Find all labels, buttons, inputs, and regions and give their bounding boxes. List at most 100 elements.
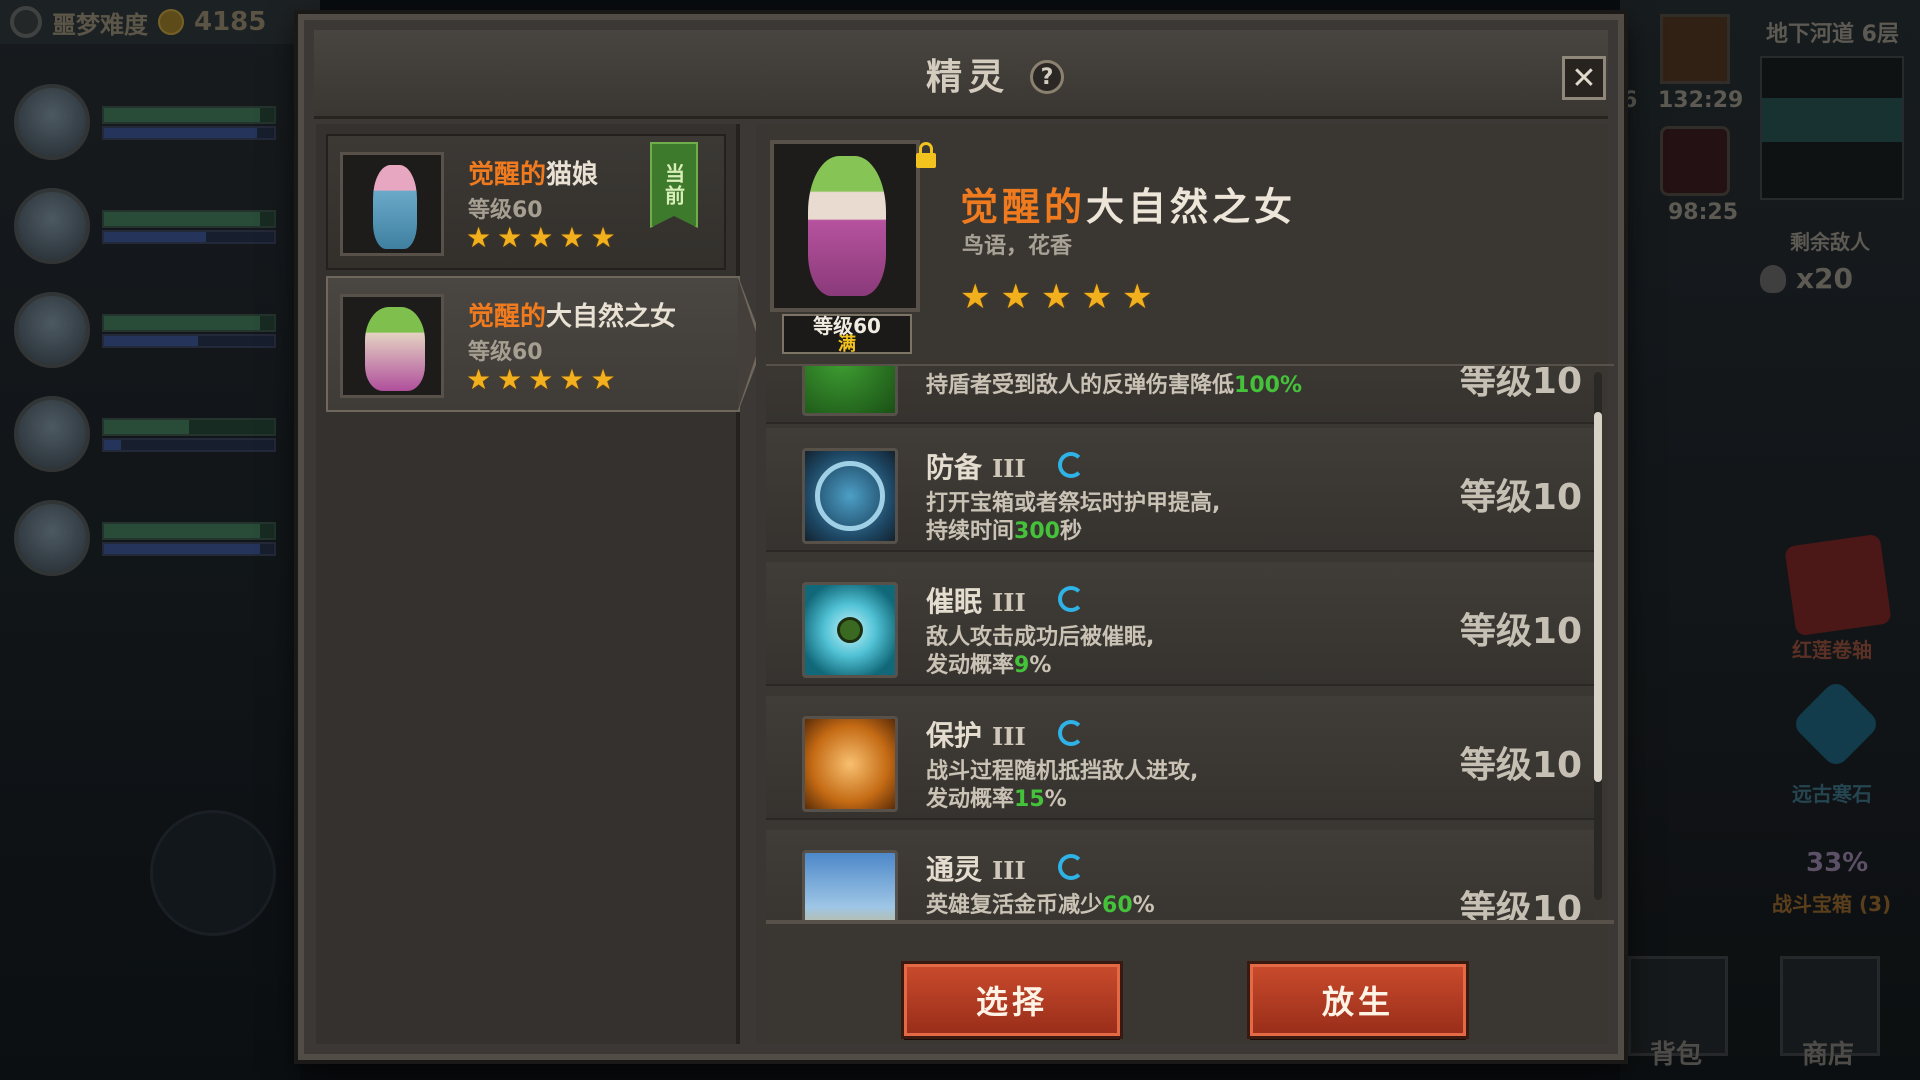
- spirit-dialog: 精灵 ? ✕ 觉醒的猫娘 等级60 ★ ★ ★ ★ ★ 当前 觉醒的大自然之女 等级60…: [298, 14, 1624, 1060]
- hero-avatar[interactable]: [14, 500, 90, 576]
- skill-level: 等级10: [1459, 477, 1582, 518]
- floor-label: 地下河道 6层: [1766, 22, 1899, 47]
- hero-slot[interactable]: [14, 292, 284, 372]
- hero-mp-bar: [102, 126, 276, 140]
- skill-level: 等级10: [1459, 364, 1582, 402]
- hero-mp-bar: [102, 334, 276, 348]
- detail-description: 鸟语，花香: [962, 234, 1073, 259]
- refresh-icon[interactable]: [1058, 452, 1084, 478]
- hero-avatar[interactable]: [14, 84, 90, 160]
- star-icon: ★: [1121, 277, 1153, 317]
- eye-buff-icon[interactable]: [1660, 126, 1730, 196]
- hero-slot[interactable]: [14, 188, 284, 268]
- skill-name: 催眠 III: [926, 585, 1026, 618]
- gem-label: 远古寒石: [1792, 782, 1872, 806]
- hero-hp-bar: [102, 106, 276, 124]
- star-icon: ★: [1040, 277, 1072, 317]
- skill-row[interactable]: 保护 III 战斗过程随机抵挡敌人进攻, 发动概率15% 等级10: [766, 696, 1594, 820]
- portrait-level-badge: 等级60 满: [782, 314, 912, 354]
- skill-description: 英雄复活金币减少60%: [926, 893, 1155, 918]
- skill-description: 敌人攻击成功后被催眠, 发动概率9%: [926, 625, 1155, 678]
- enemies-remaining: x20: [1760, 262, 1853, 295]
- spirit-stars: ★ ★ ★ ★ ★: [466, 366, 616, 394]
- star-icon: ★: [590, 221, 616, 254]
- bag-label: 背包: [1650, 1040, 1703, 1070]
- skill-list[interactable]: 持盾者受到敌人的反弹伤害降低100% 等级10 防备 III 打开宝箱或者祭坛时护…: [766, 364, 1614, 924]
- spirit-portrait: [770, 140, 920, 312]
- detail-spirit-name: 觉醒的大自然之女: [960, 185, 1297, 229]
- skill-level: 等级10: [1459, 745, 1582, 786]
- skull-icon: [1760, 264, 1786, 293]
- spirit-card[interactable]: 觉醒的猫娘 等级60 ★ ★ ★ ★ ★ 当前: [326, 134, 726, 270]
- skill-name: 通灵 III: [926, 853, 1026, 886]
- star-icon: ★: [1000, 277, 1031, 317]
- lock-icon[interactable]: [916, 142, 936, 168]
- hero-slot[interactable]: [14, 396, 284, 476]
- virtual-joystick[interactable]: [150, 810, 276, 936]
- hero-mp-bar: [102, 542, 276, 556]
- scroll-label: 红莲卷轴: [1792, 638, 1872, 662]
- close-button[interactable]: ✕: [1562, 56, 1606, 100]
- star-icon: ★: [559, 363, 585, 396]
- star-icon: ★: [590, 363, 616, 396]
- refresh-icon[interactable]: [1058, 720, 1084, 746]
- hero-hp-bar: [102, 210, 276, 228]
- hero-mp-bar: [102, 230, 276, 244]
- skill-name: 保护 III: [926, 719, 1026, 752]
- spirit-thumbnail: [340, 152, 444, 256]
- hero-avatar[interactable]: [14, 292, 90, 368]
- skill-level: 等级10: [1459, 611, 1582, 652]
- skill-list-scrollbar[interactable]: [1594, 372, 1602, 900]
- star-icon: ★: [559, 221, 585, 254]
- star-icon: ★: [528, 221, 554, 254]
- buff-timer: 132:29: [1658, 88, 1744, 113]
- spirit-thumbnail: [340, 294, 444, 398]
- buff-timer: 98:25: [1668, 200, 1739, 225]
- current-badge: 当前: [650, 142, 698, 228]
- spirit-card-selected[interactable]: 觉醒的大自然之女 等级60 ★ ★ ★ ★ ★: [326, 276, 764, 412]
- hero-hp-bar: [102, 418, 276, 436]
- spirit-stars: ★ ★ ★ ★ ★: [466, 224, 616, 252]
- release-button[interactable]: 放生: [1250, 964, 1466, 1036]
- gold-amount: 4185: [194, 7, 267, 37]
- skill-row[interactable]: 防备 III 打开宝箱或者祭坛时护甲提高, 持续时间300秒 等级10: [766, 428, 1594, 552]
- dialog-title-bar: 精灵 ? ✕: [314, 30, 1608, 119]
- gold-coin-icon: [158, 9, 184, 35]
- battle-chest-label[interactable]: 战斗宝箱 (3): [1772, 888, 1891, 917]
- spirit-list: 觉醒的猫娘 等级60 ★ ★ ★ ★ ★ 当前 觉醒的大自然之女 等级60 ★ ★ ★ ★ ★: [316, 124, 764, 1044]
- spirit-detail: 等级60 满 觉醒的大自然之女 鸟语，花香 ★ ★ ★ ★ ★ 持盾者受到敌人的反弹伤害…: [756, 124, 1614, 1044]
- star-icon: ★: [528, 363, 554, 396]
- dialog-title: 精灵: [926, 57, 1011, 98]
- skill-description: 战斗过程随机抵挡敌人进攻, 发动概率15%: [926, 759, 1199, 812]
- hero-slot[interactable]: [14, 500, 284, 580]
- hero-slot[interactable]: [14, 84, 284, 164]
- star-icon: ★: [466, 221, 492, 254]
- shop-label: 商店: [1802, 1040, 1855, 1070]
- minimap[interactable]: [1760, 56, 1904, 200]
- hero-avatar[interactable]: [14, 396, 90, 472]
- refresh-icon[interactable]: [1058, 586, 1084, 612]
- select-button[interactable]: 选择: [904, 964, 1120, 1036]
- claw-icon: [802, 366, 898, 416]
- red-lotus-scroll-icon[interactable]: [1784, 533, 1892, 637]
- hero-avatar[interactable]: [14, 188, 90, 264]
- hero-hp-bar: [102, 314, 276, 332]
- skill-row[interactable]: 通灵 III 英雄复活金币减少60% 等级10: [766, 830, 1594, 924]
- skill-level: 等级10: [1459, 889, 1582, 924]
- shield-icon: [802, 448, 898, 544]
- skill-name: 防备 III: [926, 451, 1026, 484]
- help-icon[interactable]: ?: [1030, 60, 1064, 94]
- enemies-remaining-label: 剩余敌人: [1790, 230, 1870, 254]
- protect-icon: [802, 716, 898, 812]
- timer-partial: 6: [1622, 88, 1638, 113]
- skill-row[interactable]: 持盾者受到敌人的反弹伤害降低100% 等级10: [766, 364, 1594, 424]
- spirit-name: 觉醒的大自然之女: [468, 302, 677, 332]
- settings-gear-icon[interactable]: [10, 6, 42, 38]
- refresh-icon[interactable]: [1058, 854, 1084, 880]
- star-icon: ★: [466, 363, 492, 396]
- skill-description: 持盾者受到敌人的反弹伤害降低100%: [926, 373, 1302, 398]
- skill-description: 打开宝箱或者祭坛时护甲提高, 持续时间300秒: [926, 491, 1221, 544]
- skill-row[interactable]: 催眠 III 敌人攻击成功后被催眠, 发动概率9% 等级10: [766, 562, 1594, 686]
- fire-buff-icon[interactable]: [1660, 14, 1730, 84]
- totem-icon: [802, 850, 898, 920]
